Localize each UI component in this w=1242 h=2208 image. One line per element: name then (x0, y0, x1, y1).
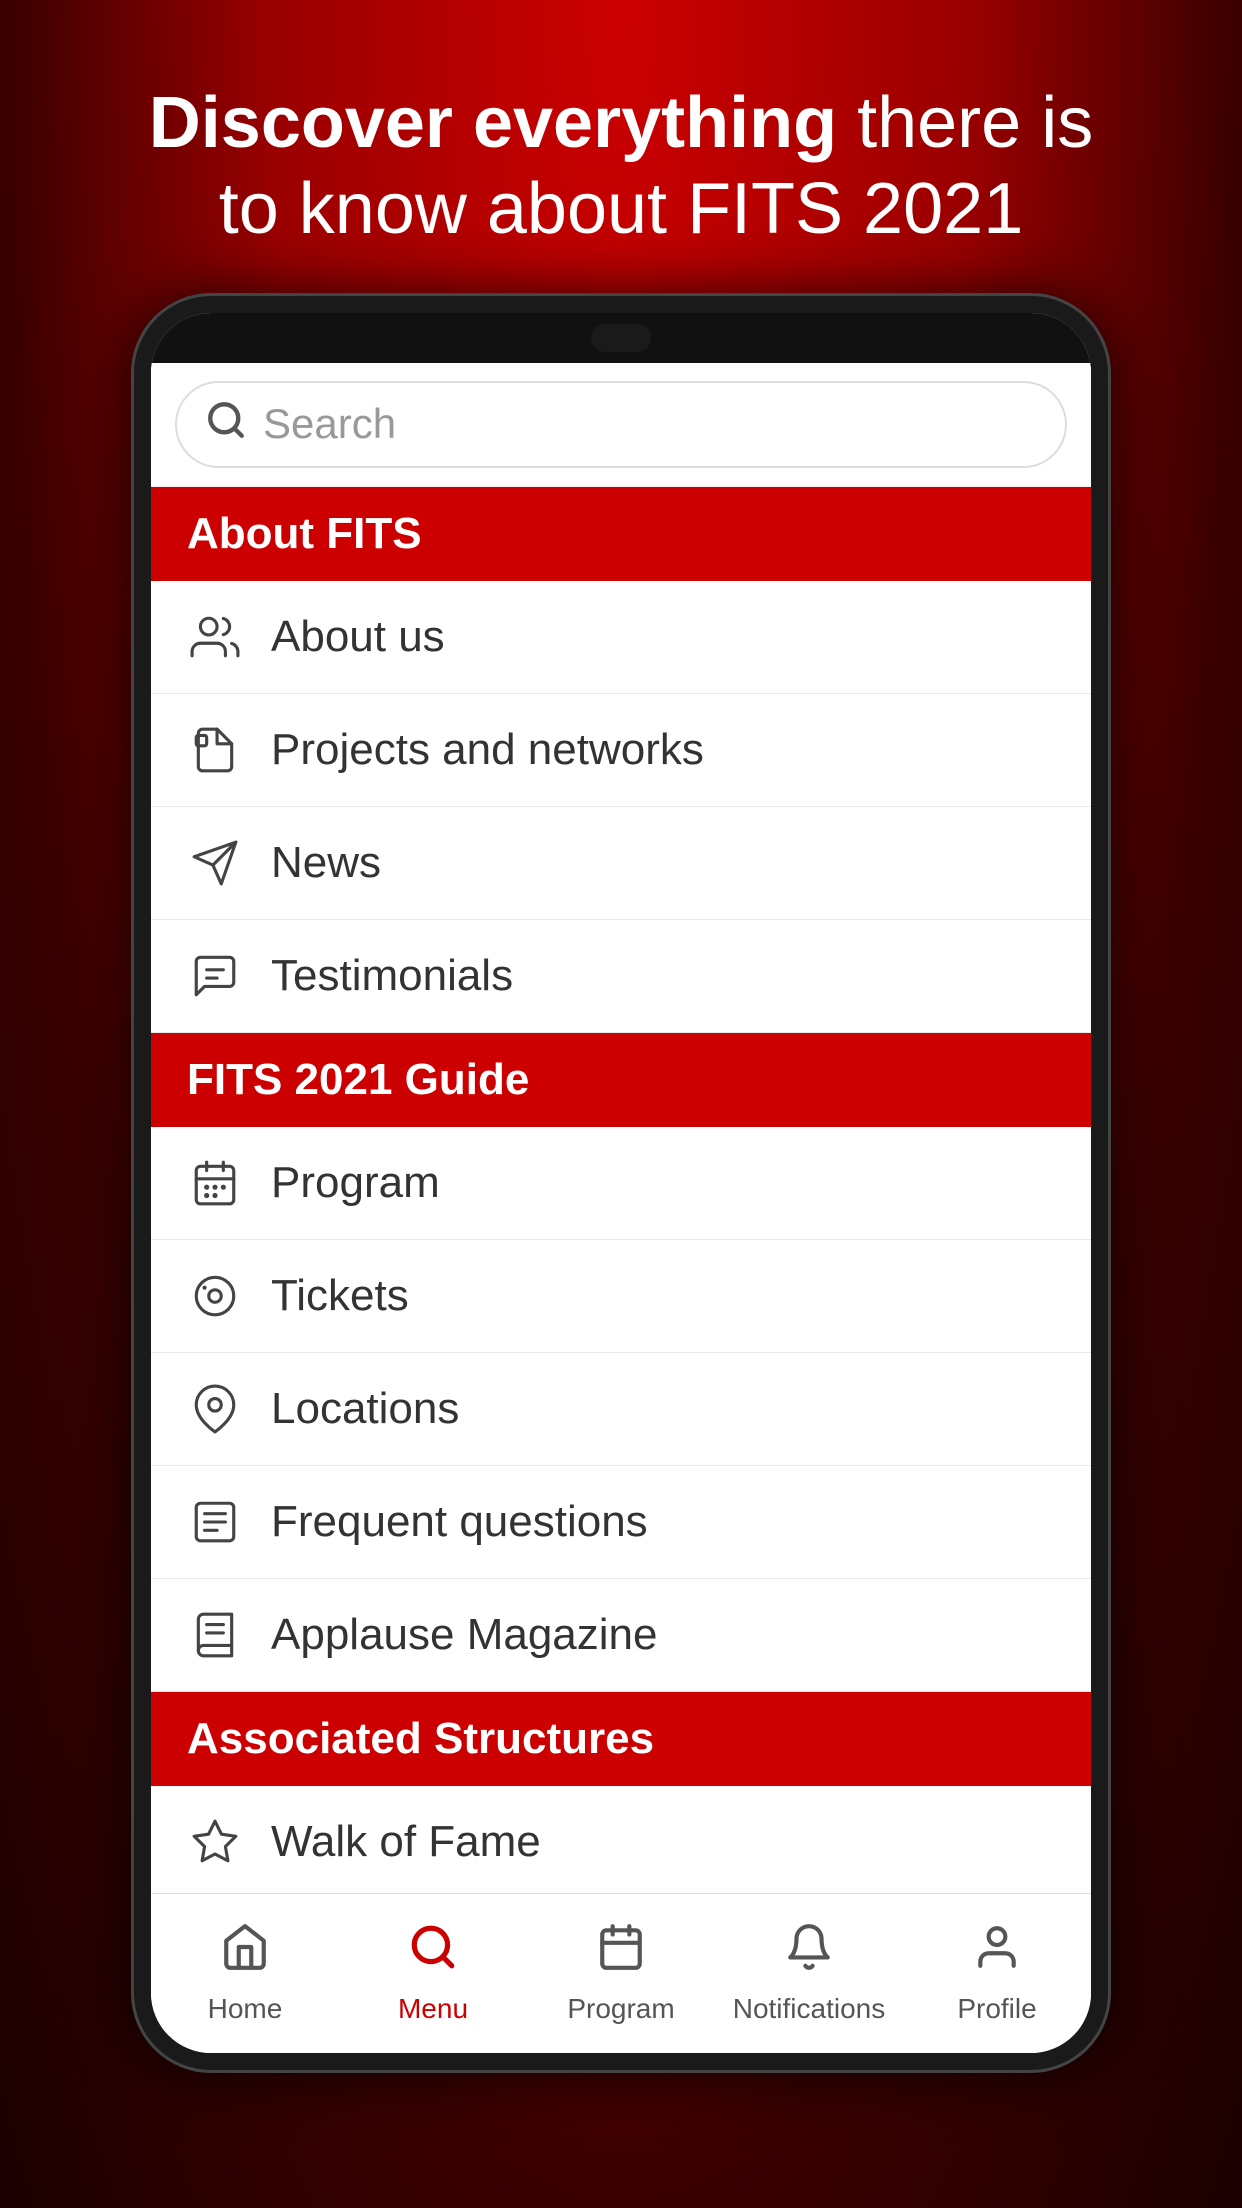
section-header-associated-label: Associated Structures (187, 1714, 654, 1763)
nav-program[interactable]: Program (527, 1894, 715, 2053)
header-text: Discover everything there is to know abo… (89, 0, 1153, 293)
news-label: News (271, 838, 381, 888)
camera-notch (591, 324, 651, 352)
nav-notifications[interactable]: Notifications (715, 1894, 903, 2053)
nav-profile[interactable]: Profile (903, 1894, 1091, 2053)
menu-list: About FITS About us (151, 487, 1091, 1893)
calendar-nav-icon (596, 1922, 646, 1985)
menu-item-testimonials[interactable]: Testimonials (151, 920, 1091, 1033)
people-icon (187, 609, 243, 665)
phone-screen: Search About FITS (151, 313, 1091, 2053)
walk-of-fame-label: Walk of Fame (271, 1817, 541, 1867)
home-nav-icon (220, 1922, 270, 1985)
testimonials-label: Testimonials (271, 951, 513, 1001)
locations-label: Locations (271, 1384, 459, 1434)
nav-home-label: Home (208, 1993, 283, 2025)
send-icon (187, 835, 243, 891)
search-icon (205, 399, 247, 450)
menu-item-locations[interactable]: Locations (151, 1353, 1091, 1466)
phone-device: Search About FITS (131, 293, 1111, 2073)
menu-item-about-us[interactable]: About us (151, 581, 1091, 694)
book-icon (187, 1607, 243, 1663)
projects-networks-label: Projects and networks (271, 725, 704, 775)
app-content: Search About FITS (151, 363, 1091, 2053)
ticket-icon (187, 1268, 243, 1324)
search-bar-wrapper: Search (151, 363, 1091, 487)
menu-item-walk-of-fame[interactable]: Walk of Fame (151, 1786, 1091, 1893)
menu-item-news[interactable]: News (151, 807, 1091, 920)
menu-nav-icon (408, 1922, 458, 1985)
bell-nav-icon (784, 1922, 834, 1985)
section-header-fits-guide: FITS 2021 Guide (151, 1033, 1091, 1127)
bottom-navigation: Home Menu (151, 1893, 1091, 2053)
status-bar (151, 313, 1091, 363)
chat-icon (187, 948, 243, 1004)
person-nav-icon (972, 1922, 1022, 1985)
calendar-icon (187, 1155, 243, 1211)
star-icon (187, 1814, 243, 1870)
program-label: Program (271, 1158, 440, 1208)
nav-profile-label: Profile (957, 1993, 1036, 2025)
menu-item-projects-networks[interactable]: Projects and networks (151, 694, 1091, 807)
section-header-about-fits: About FITS (151, 487, 1091, 581)
faq-icon (187, 1494, 243, 1550)
section-header-about-fits-label: About FITS (187, 509, 422, 558)
menu-item-frequent-questions[interactable]: Frequent questions (151, 1466, 1091, 1579)
menu-item-applause-magazine[interactable]: Applause Magazine (151, 1579, 1091, 1692)
menu-item-tickets[interactable]: Tickets (151, 1240, 1091, 1353)
about-us-label: About us (271, 612, 445, 662)
frequent-questions-label: Frequent questions (271, 1497, 648, 1547)
documents-icon (187, 722, 243, 778)
nav-notifications-label: Notifications (733, 1993, 886, 2025)
section-header-fits-guide-label: FITS 2021 Guide (187, 1055, 529, 1104)
location-icon (187, 1381, 243, 1437)
applause-magazine-label: Applause Magazine (271, 1610, 657, 1660)
nav-program-label: Program (567, 1993, 674, 2025)
nav-menu-label: Menu (398, 1993, 468, 2025)
search-bar[interactable]: Search (175, 381, 1067, 468)
nav-menu[interactable]: Menu (339, 1894, 527, 2053)
nav-home[interactable]: Home (151, 1894, 339, 2053)
tickets-label: Tickets (271, 1271, 409, 1321)
menu-item-program[interactable]: Program (151, 1127, 1091, 1240)
search-placeholder: Search (263, 400, 396, 448)
section-header-associated-structures: Associated Structures (151, 1692, 1091, 1786)
